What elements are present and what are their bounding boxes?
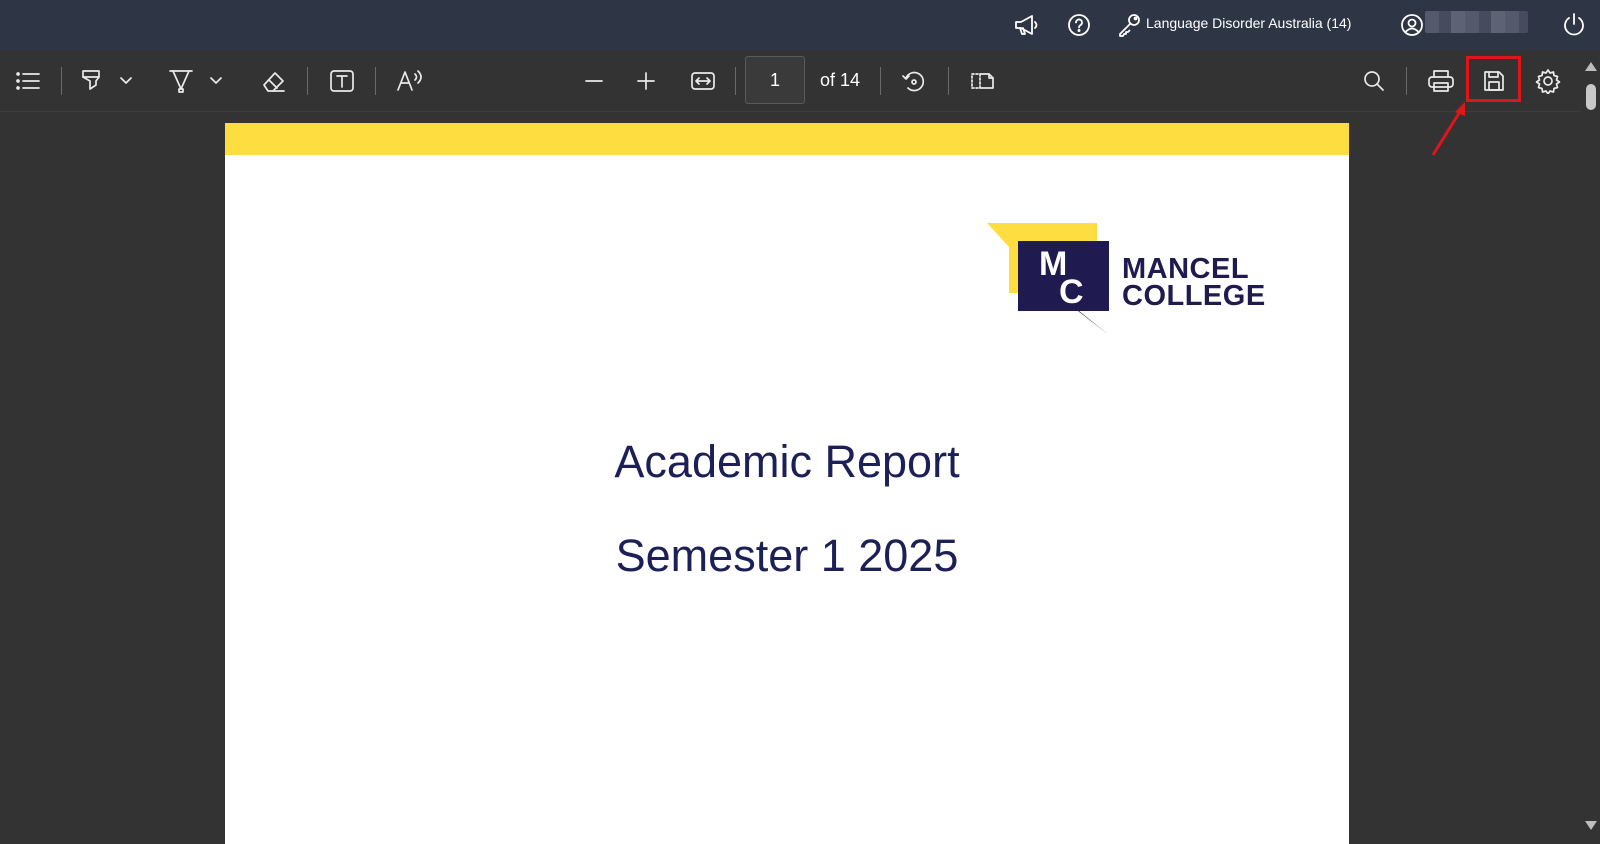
- toolbar-divider: [307, 67, 308, 95]
- save-highlight-annotation: [1466, 56, 1521, 102]
- print-button[interactable]: [1425, 65, 1457, 97]
- logo-monogram-c: C: [1059, 273, 1084, 311]
- search-icon: [1364, 71, 1384, 91]
- settings-icon: [1535, 69, 1561, 94]
- read-aloud-button[interactable]: [394, 65, 426, 97]
- toolbar-divider: [948, 67, 949, 95]
- toolbar-divider: [375, 67, 376, 95]
- user-icon: [1401, 14, 1423, 36]
- eraser-button[interactable]: [258, 65, 290, 97]
- report-subtitle: Semester 1 2025: [615, 530, 959, 581]
- org-switcher-button[interactable]: [1114, 9, 1146, 41]
- app-header: Language Disorder Australia (14): [0, 0, 1600, 50]
- pdf-toolbar: of 14: [0, 50, 1582, 112]
- highlight-button[interactable]: [75, 65, 107, 97]
- pdf-page: M C MANCEL COLLEGE Academic Report Semes…: [225, 123, 1349, 844]
- key-icon: [1119, 14, 1140, 37]
- logo-wordmark: MANCEL COLLEGE: [1122, 253, 1266, 312]
- read-aloud-icon: [397, 70, 422, 91]
- settings-button[interactable]: [1532, 65, 1564, 97]
- page-number-input[interactable]: [745, 56, 805, 104]
- redacted-username: [1425, 11, 1528, 33]
- announcements-button[interactable]: [1011, 9, 1043, 41]
- zoom-out-icon: [585, 80, 603, 82]
- logo-line-1: MANCEL: [1122, 253, 1250, 285]
- report-title: Academic Report: [614, 436, 960, 487]
- text-box-icon: [330, 70, 354, 92]
- draw-options-dropdown[interactable]: [205, 65, 227, 97]
- power-icon: [1564, 13, 1584, 36]
- outline-icon: [16, 72, 40, 90]
- document-viewport: M C MANCEL COLLEGE Academic Report Semes…: [0, 113, 1582, 844]
- scroll-thumb[interactable]: [1586, 84, 1596, 110]
- eraser-icon: [263, 72, 285, 92]
- org-label[interactable]: Language Disorder Australia (14): [1146, 15, 1351, 31]
- scroll-down-arrow[interactable]: [1585, 821, 1597, 830]
- add-text-button[interactable]: [326, 65, 358, 97]
- draw-button[interactable]: [165, 65, 197, 97]
- annotation-arrow: [1431, 102, 1465, 156]
- rotate-icon: [902, 71, 925, 92]
- chevron-down-icon: [120, 77, 132, 84]
- toolbar-divider: [735, 67, 736, 95]
- scroll-up-arrow[interactable]: [1585, 62, 1597, 71]
- zoom-in-icon: [637, 72, 655, 90]
- megaphone-icon: [1015, 15, 1038, 35]
- highlight-options-dropdown[interactable]: [115, 65, 137, 97]
- vertical-scrollbar[interactable]: [1582, 50, 1600, 844]
- fit-width-button[interactable]: [687, 65, 719, 97]
- toolbar-divider: [61, 67, 62, 95]
- highlight-icon: [82, 70, 100, 90]
- outline-button[interactable]: [12, 65, 44, 97]
- page-view-icon: [971, 73, 994, 89]
- page-count-label: of 14: [820, 70, 861, 90]
- help-button[interactable]: [1063, 9, 1095, 41]
- help-icon: [1068, 14, 1090, 36]
- toolbar-divider: [880, 67, 881, 95]
- page-header-band: [225, 123, 1349, 155]
- print-icon: [1428, 70, 1454, 92]
- draw-icon: [169, 70, 193, 93]
- zoom-out-button[interactable]: [578, 65, 610, 97]
- logout-button[interactable]: [1558, 9, 1590, 41]
- fit-width-icon: [691, 72, 715, 90]
- toolbar-divider: [1406, 67, 1407, 95]
- zoom-in-button[interactable]: [630, 65, 662, 97]
- logo-line-2: COLLEGE: [1122, 280, 1266, 312]
- page-view-button[interactable]: [966, 65, 998, 97]
- rotate-button[interactable]: [898, 65, 930, 97]
- user-button[interactable]: [1396, 9, 1428, 41]
- chevron-down-icon: [210, 77, 222, 84]
- search-button[interactable]: [1358, 65, 1390, 97]
